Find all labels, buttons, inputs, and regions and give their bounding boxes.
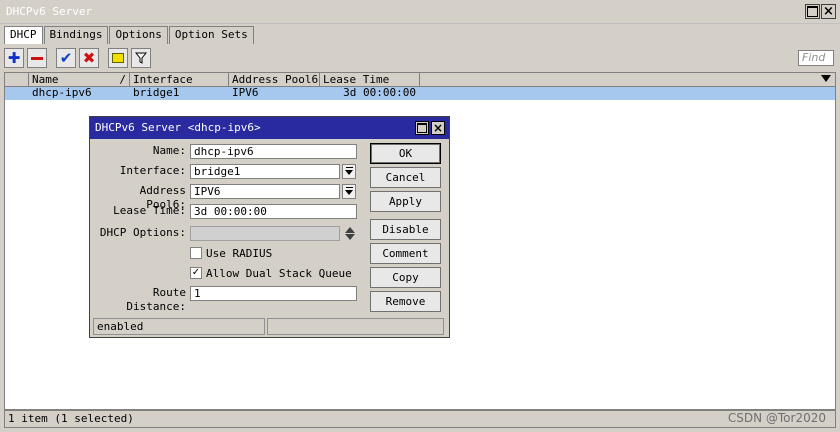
cell-pool: IPV6 (232, 86, 259, 99)
route-distance-field[interactable]: 1 (190, 286, 357, 301)
table-row[interactable]: dhcp-ipv6 bridge1 IPV6 3d 00:00:00 (5, 87, 835, 100)
column-interface[interactable]: Interface (130, 73, 229, 87)
disable-button[interactable]: Disable (370, 219, 441, 240)
pool-field[interactable]: IPV6 (190, 184, 340, 199)
header-gutter (5, 73, 29, 87)
window-title: DHCPv6 Server (6, 5, 93, 18)
cell-interface: bridge1 (133, 86, 180, 99)
dialog-close-icon[interactable]: × (431, 121, 445, 135)
copy-button[interactable]: Copy (370, 267, 441, 288)
use-radius-checkbox[interactable]: Use RADIUS (190, 246, 272, 260)
remove-button[interactable]: Remove (370, 291, 441, 312)
ok-button[interactable]: OK (370, 143, 441, 164)
column-address-pool6[interactable]: Address Pool6 (229, 73, 320, 87)
tab-option-sets[interactable]: Option Sets (168, 26, 254, 44)
options-label: DHCP Options: (99, 226, 186, 239)
name-field[interactable]: dhcp-ipv6 (190, 144, 357, 159)
column-lease-time[interactable]: Lease Time (320, 73, 420, 87)
window-titlebar: DHCPv6 Server × (0, 0, 840, 24)
tab-dhcp[interactable]: DHCP (4, 26, 43, 44)
comment-button[interactable]: Comment (370, 243, 441, 264)
add-button[interactable]: ✚ (4, 48, 24, 68)
dialog-titlebar: DHCPv6 Server <dhcp-ipv6> × (90, 117, 449, 139)
dual-check-box[interactable]: ✓ (190, 267, 202, 279)
table-header: Name / Interface Address Pool6 Lease Tim… (5, 73, 835, 87)
check-icon: ✔ (59, 49, 73, 67)
plus-icon: ✚ (7, 49, 21, 67)
watermark: CSDN @Tor2020 (727, 411, 826, 425)
dialog-title: DHCPv6 Server <dhcp-ipv6> (95, 121, 261, 134)
filter-button[interactable] (131, 48, 151, 68)
disable-button[interactable]: ✖ (79, 48, 99, 68)
column-menu-icon[interactable] (821, 75, 831, 82)
tab-options[interactable]: Options (109, 26, 168, 44)
close-icon[interactable]: × (821, 4, 836, 19)
radius-check-box[interactable] (190, 247, 202, 259)
interface-field[interactable]: bridge1 (190, 164, 340, 179)
tab-bindings[interactable]: Bindings (43, 26, 109, 44)
interface-dropdown-icon[interactable] (342, 164, 356, 179)
dialog-status-extra (267, 318, 444, 335)
remove-button[interactable] (27, 48, 47, 68)
column-name[interactable]: Name / (29, 73, 130, 87)
options-field[interactable] (190, 226, 340, 241)
toolbar: ✚ ✔ ✖ (4, 48, 154, 70)
dialog-status-bar: enabled (93, 318, 446, 335)
updown-icon[interactable] (344, 226, 356, 241)
maximize-icon[interactable] (805, 4, 820, 19)
comment-button[interactable] (108, 48, 128, 68)
filter-icon (135, 52, 147, 64)
apply-button[interactable]: Apply (370, 191, 441, 212)
dialog-status-state: enabled (93, 318, 265, 335)
find-input[interactable]: Find (798, 50, 834, 66)
server-dialog: DHCPv6 Server <dhcp-ipv6> × Name: dhcp-i… (89, 116, 450, 338)
cancel-button[interactable]: Cancel (370, 167, 441, 188)
lease-label: Lease Time: (113, 204, 186, 217)
note-icon (112, 53, 124, 63)
name-label: Name: (152, 144, 186, 157)
sort-indicator: / (119, 73, 126, 86)
tab-bar: DHCP Bindings Options Option Sets (4, 26, 255, 44)
dual-stack-checkbox[interactable]: ✓ Allow Dual Stack Queue (190, 266, 352, 280)
status-bar: 1 item (1 selected) (4, 410, 836, 428)
pool-label: Address Pool6: (139, 184, 186, 211)
cell-name: dhcp-ipv6 (32, 86, 92, 99)
dual-label: Allow Dual Stack Queue (206, 266, 352, 280)
cell-lease: 3d 00:00:00 (343, 86, 416, 99)
radius-label: Use RADIUS (206, 246, 273, 260)
minus-icon (31, 56, 43, 60)
pool-dropdown-icon[interactable] (342, 184, 356, 199)
dialog-maximize-icon[interactable] (415, 121, 429, 135)
lease-field[interactable]: 3d 00:00:00 (190, 204, 357, 219)
x-icon: ✖ (82, 49, 96, 67)
route-label: Route Distance: (126, 286, 186, 313)
enable-button[interactable]: ✔ (56, 48, 76, 68)
interface-label: Interface: (119, 164, 186, 177)
